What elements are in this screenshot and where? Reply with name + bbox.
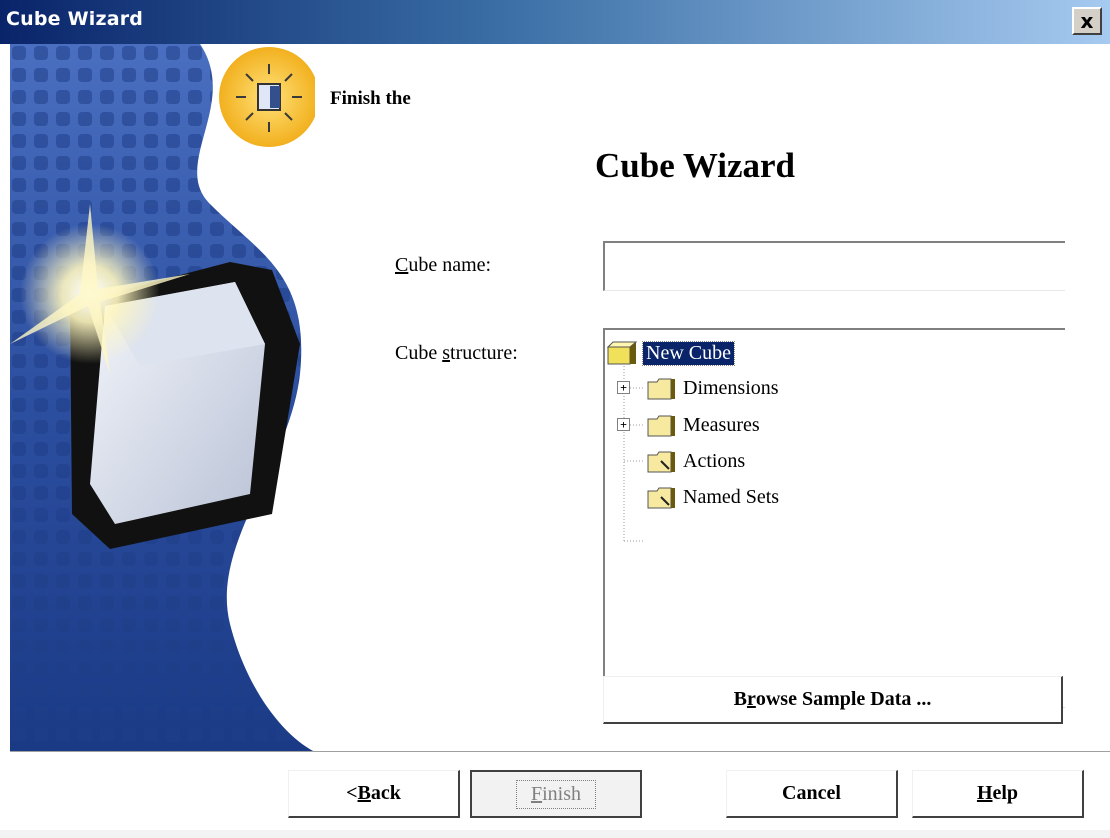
wizard-body: Finish the Cube Wizard Cube name: Cube s… (0, 44, 1110, 838)
bottom-band (0, 830, 1110, 838)
cancel-button[interactable]: Cancel (726, 770, 898, 818)
tree-node-label: Actions (683, 449, 746, 472)
wizard-subtitle: Finish the (330, 88, 411, 109)
title-bar: Cube Wizard x (0, 0, 1110, 44)
cube-structure-label: Cube structure: (395, 342, 518, 364)
cube-structure-tree[interactable]: New Cube + Dimensions + Measures Actions… (603, 328, 1065, 708)
folder-icon (647, 378, 675, 400)
tree-node-label: Dimensions (683, 376, 779, 399)
cube-icon (607, 341, 637, 365)
wizard-side-graphic (10, 44, 315, 752)
tree-node-root[interactable]: New Cube (607, 338, 735, 368)
close-button[interactable]: x (1072, 7, 1102, 35)
tree-node-actions[interactable]: Actions (647, 446, 745, 476)
finish-button[interactable]: Finish (470, 770, 642, 818)
tree-node-named-sets[interactable]: Named Sets (647, 482, 779, 512)
cube-name-input[interactable] (603, 241, 1065, 291)
window-title: Cube Wizard (6, 8, 144, 30)
folder-icon (647, 487, 675, 509)
expand-icon[interactable]: + (617, 418, 630, 431)
close-icon: x (1080, 9, 1094, 33)
tree-node-label: Named Sets (683, 485, 780, 508)
cube-name-label: Cube name: (395, 254, 492, 276)
tree-node-dimensions[interactable]: + Dimensions (617, 373, 779, 403)
wizard-title: Cube Wizard (595, 146, 795, 185)
tree-node-label: New Cube (642, 340, 735, 366)
back-button[interactable]: < Back (288, 770, 460, 818)
help-button[interactable]: Help (912, 770, 1084, 818)
tree-node-label: Measures (683, 413, 760, 436)
expand-icon[interactable]: + (617, 381, 630, 394)
browse-sample-data-button[interactable]: Br owse Sample Data ... (603, 676, 1063, 724)
folder-icon (647, 415, 675, 437)
footer-divider (10, 751, 1110, 753)
folder-icon (647, 451, 675, 473)
tree-node-measures[interactable]: + Measures (617, 410, 760, 440)
cube-illustration (10, 44, 315, 752)
